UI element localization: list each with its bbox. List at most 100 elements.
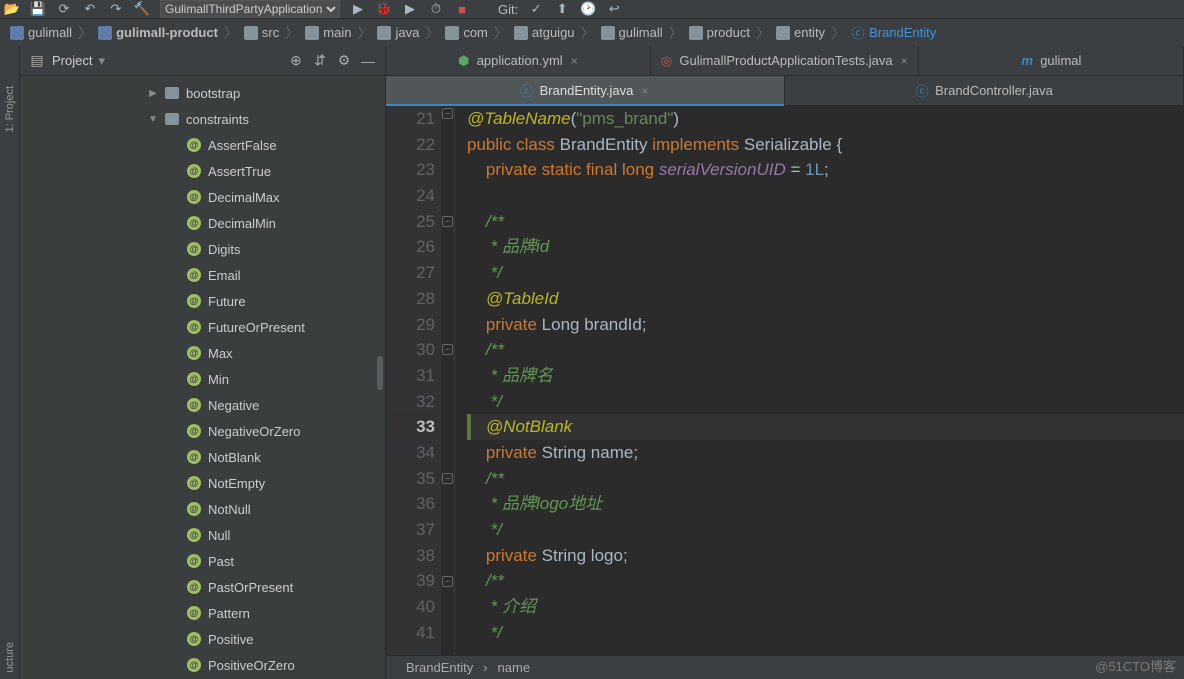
code-line[interactable]: @TableId (467, 286, 1184, 312)
code-line[interactable]: * 品牌id (467, 234, 1184, 260)
fold-toggle-icon[interactable]: − (442, 108, 453, 119)
tab-BrandController.java[interactable]: ⓒBrandController.java (785, 76, 1184, 105)
redo-icon[interactable]: ↷ (108, 1, 124, 17)
code-line[interactable]: */ (467, 389, 1184, 415)
line-number[interactable]: 37 (386, 517, 435, 543)
line-number[interactable]: 40 (386, 594, 435, 620)
breadcrumb-gulimall[interactable]: gulimall (597, 25, 667, 40)
line-number[interactable]: 31 (386, 363, 435, 389)
gear-icon[interactable]: ⚙ (335, 52, 353, 70)
scrollbar-thumb[interactable] (377, 356, 383, 390)
tree-item-Digits[interactable]: @Digits (20, 236, 385, 262)
project-view-icon[interactable]: ▤ (28, 52, 46, 70)
fold-column[interactable]: − − − − − (441, 106, 455, 655)
git-commit-icon[interactable]: ⬆ (554, 1, 570, 17)
line-number[interactable]: 33 (386, 414, 435, 440)
breadcrumb-gulimall-product[interactable]: gulimall-product (94, 25, 222, 40)
code-body[interactable]: @TableName("pms_brand")public class Bran… (455, 106, 1184, 655)
code-line[interactable]: */ (467, 620, 1184, 646)
line-number[interactable]: 35 (386, 466, 435, 492)
tree-item-bootstrap[interactable]: ▶bootstrap (20, 80, 385, 106)
fold-toggle-icon[interactable]: − (442, 576, 453, 587)
code-line[interactable]: /** (467, 209, 1184, 235)
code-line[interactable]: @TableName("pms_brand") (467, 106, 1184, 132)
code-line[interactable]: * 品牌logo地址 (467, 491, 1184, 517)
tree-item-FutureOrPresent[interactable]: @FutureOrPresent (20, 314, 385, 340)
breadcrumb-com[interactable]: com (441, 25, 492, 40)
code-line[interactable]: private static final long serialVersionU… (467, 157, 1184, 183)
tree-item-PositiveOrZero[interactable]: @PositiveOrZero (20, 652, 385, 678)
undo-icon[interactable]: ↶ (82, 1, 98, 17)
profile-icon[interactable]: ⏱ (428, 1, 444, 17)
fold-toggle-icon[interactable]: − (442, 216, 453, 227)
tree-item-DecimalMin[interactable]: @DecimalMin (20, 210, 385, 236)
tree-item-Past[interactable]: @Past (20, 548, 385, 574)
tree-item-NotEmpty[interactable]: @NotEmpty (20, 470, 385, 496)
code-line[interactable]: @NotBlank (467, 414, 1184, 440)
chevron-icon[interactable]: ▼ (148, 114, 158, 125)
project-tree[interactable]: ▶bootstrap▼constraints@AssertFalse@Asser… (20, 76, 385, 679)
line-number[interactable]: 29 (386, 312, 435, 338)
fold-toggle-icon[interactable]: − (442, 473, 453, 484)
chevron-icon[interactable]: ▶ (148, 88, 158, 99)
debug-icon[interactable]: 🐞 (376, 1, 392, 17)
editor-crumb-class[interactable]: BrandEntity (406, 660, 473, 675)
git-update-icon[interactable]: ✓ (528, 1, 544, 17)
tree-item-constraints[interactable]: ▼constraints (20, 106, 385, 132)
fold-toggle-icon[interactable]: − (442, 344, 453, 355)
tree-item-AssertTrue[interactable]: @AssertTrue (20, 158, 385, 184)
line-number[interactable]: 32 (386, 389, 435, 415)
breadcrumb-src[interactable]: src (240, 25, 283, 40)
tree-item-NegativeOrZero[interactable]: @NegativeOrZero (20, 418, 385, 444)
line-number[interactable]: 38 (386, 543, 435, 569)
line-number[interactable]: 41 (386, 620, 435, 646)
code-line[interactable]: */ (467, 517, 1184, 543)
tree-item-Pattern[interactable]: @Pattern (20, 600, 385, 626)
close-icon[interactable]: × (899, 54, 910, 68)
code-line[interactable]: * 品牌名 (467, 363, 1184, 389)
tab-application.yml[interactable]: ⬢application.yml× (386, 46, 651, 75)
tab-gulimal[interactable]: mgulimal (919, 46, 1184, 75)
open-icon[interactable]: 📂 (4, 1, 20, 17)
tree-item-NotBlank[interactable]: @NotBlank (20, 444, 385, 470)
coverage-icon[interactable]: ▶ (402, 1, 418, 17)
code-line[interactable]: /** (467, 466, 1184, 492)
code-line[interactable]: /** (467, 568, 1184, 594)
tree-item-Negative[interactable]: @Negative (20, 392, 385, 418)
collapse-icon[interactable]: ⇵ (311, 52, 329, 70)
breadcrumb-BrandEntity[interactable]: ⓒBrandEntity (847, 25, 940, 40)
breadcrumb-gulimall[interactable]: gulimall (6, 25, 76, 40)
breadcrumb-atguigu[interactable]: atguigu (510, 25, 579, 40)
tree-item-Email[interactable]: @Email (20, 262, 385, 288)
code-line[interactable]: */ (467, 260, 1184, 286)
tree-item-Max[interactable]: @Max (20, 340, 385, 366)
line-number[interactable]: 30 (386, 337, 435, 363)
run-icon[interactable]: ▶ (350, 1, 366, 17)
tree-item-Min[interactable]: @Min (20, 366, 385, 392)
run-config-select[interactable]: GulimallThirdPartyApplication (160, 0, 340, 18)
code-line[interactable]: public class BrandEntity implements Seri… (467, 132, 1184, 158)
close-icon[interactable]: × (569, 54, 580, 68)
refresh-icon[interactable]: ⟳ (56, 1, 72, 17)
editor-crumb-member[interactable]: name (498, 660, 531, 675)
code-editor[interactable]: 2122232425262728293031323334353637383940… (386, 106, 1184, 655)
stop-icon[interactable]: ■ (454, 1, 470, 17)
line-number[interactable]: 28 (386, 286, 435, 312)
line-number[interactable]: 34 (386, 440, 435, 466)
code-line[interactable]: private Long brandId; (467, 312, 1184, 338)
tree-item-DecimalMax[interactable]: @DecimalMax (20, 184, 385, 210)
line-number[interactable]: 23 (386, 157, 435, 183)
code-line[interactable] (467, 183, 1184, 209)
tree-item-Positive[interactable]: @Positive (20, 626, 385, 652)
line-number[interactable]: 39 (386, 568, 435, 594)
hammer-icon[interactable]: 🔨 (134, 1, 150, 17)
close-icon[interactable]: × (639, 84, 650, 98)
code-line[interactable]: * 介绍 (467, 594, 1184, 620)
line-number[interactable]: 26 (386, 234, 435, 260)
breadcrumb-main[interactable]: main (301, 25, 355, 40)
save-icon[interactable]: 💾 (30, 1, 46, 17)
tree-item-Null[interactable]: @Null (20, 522, 385, 548)
tab-GulimallProductApplicationTests.java[interactable]: ◎GulimallProductApplicationTests.java× (651, 46, 918, 75)
line-number[interactable]: 24 (386, 183, 435, 209)
target-icon[interactable]: ⊕ (287, 52, 305, 70)
